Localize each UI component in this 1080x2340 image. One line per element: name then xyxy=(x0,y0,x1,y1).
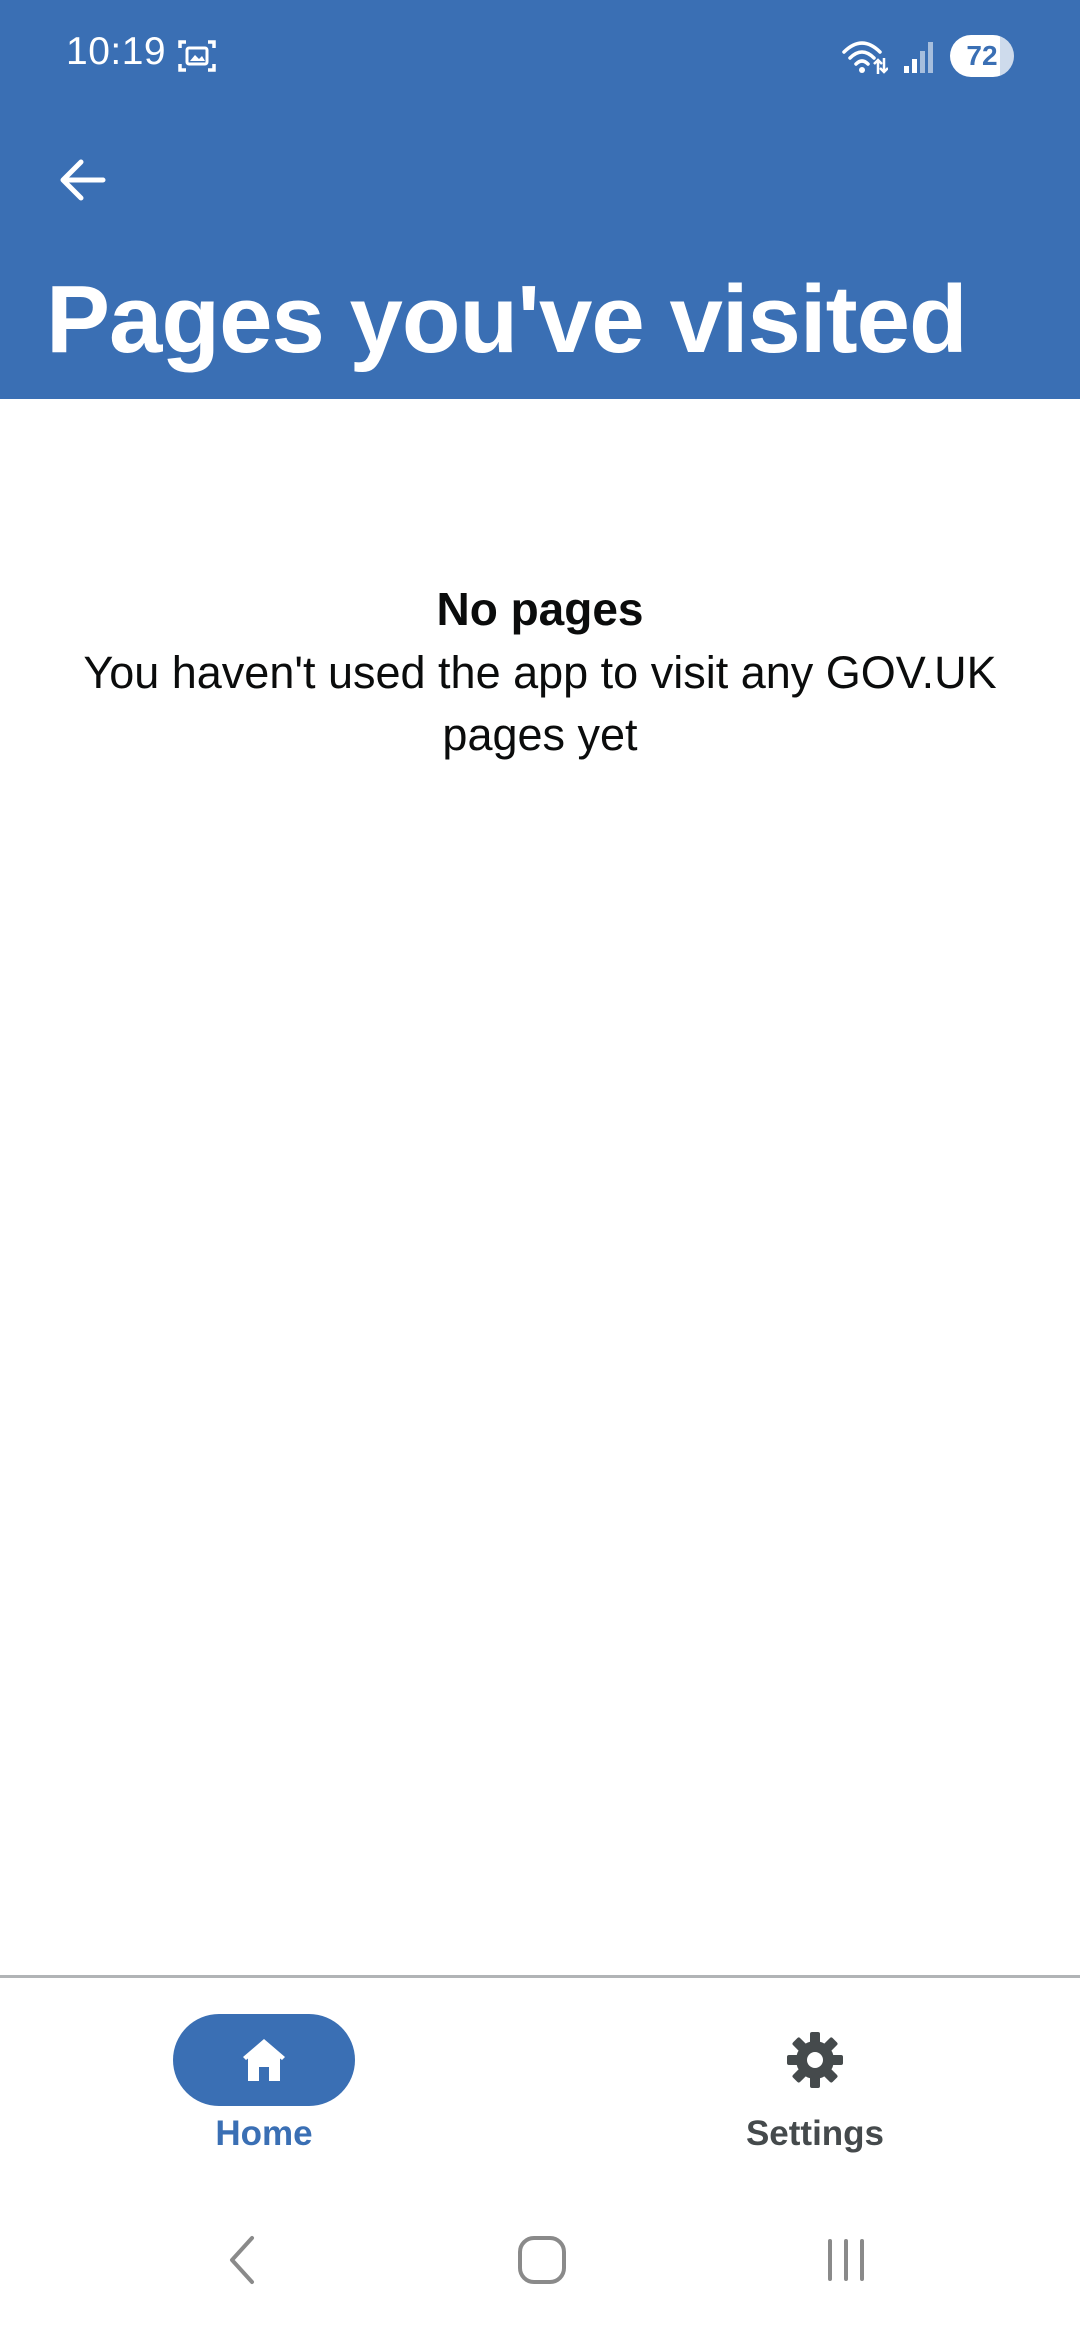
wifi-icon xyxy=(842,41,888,74)
gear-icon xyxy=(787,2032,843,2088)
bottom-navigation: Home Settings xyxy=(0,1975,1080,2175)
status-time: 10:19 xyxy=(66,30,167,73)
page-title: Pages you've visited xyxy=(46,266,968,373)
recents-icon xyxy=(828,2239,864,2281)
empty-state: No pages You haven't used the app to vis… xyxy=(60,578,1020,766)
home-icon xyxy=(518,2236,566,2284)
arrow-left-icon xyxy=(60,159,106,201)
system-recents-button[interactable] xyxy=(806,2220,886,2300)
nav-label-home: Home xyxy=(215,2114,313,2153)
back-button[interactable] xyxy=(50,148,114,212)
nav-item-settings[interactable]: Settings xyxy=(665,2014,965,2164)
system-back-button[interactable] xyxy=(202,2220,282,2300)
signal-icon xyxy=(904,42,933,73)
nav-settings-icon-wrap xyxy=(724,2014,906,2106)
status-bar: 10:19 72 xyxy=(0,0,1080,110)
home-icon xyxy=(243,2039,285,2081)
nav-label-settings: Settings xyxy=(745,2114,885,2153)
screenshot-icon xyxy=(178,40,216,72)
empty-state-title: No pages xyxy=(436,583,644,635)
back-icon xyxy=(230,2236,254,2284)
system-home-button[interactable] xyxy=(502,2220,582,2300)
system-navigation-bar xyxy=(0,2180,1080,2340)
empty-state-message: You haven't used the app to visit any GO… xyxy=(83,647,997,760)
app-header: 10:19 72 Pages you've visited xyxy=(0,0,1080,399)
battery-level: 72 xyxy=(966,40,998,71)
nav-item-home[interactable]: Home xyxy=(114,2014,414,2164)
status-icons: 72 xyxy=(840,32,1014,80)
nav-home-indicator xyxy=(173,2014,355,2106)
battery-icon: 72 xyxy=(950,35,1014,77)
